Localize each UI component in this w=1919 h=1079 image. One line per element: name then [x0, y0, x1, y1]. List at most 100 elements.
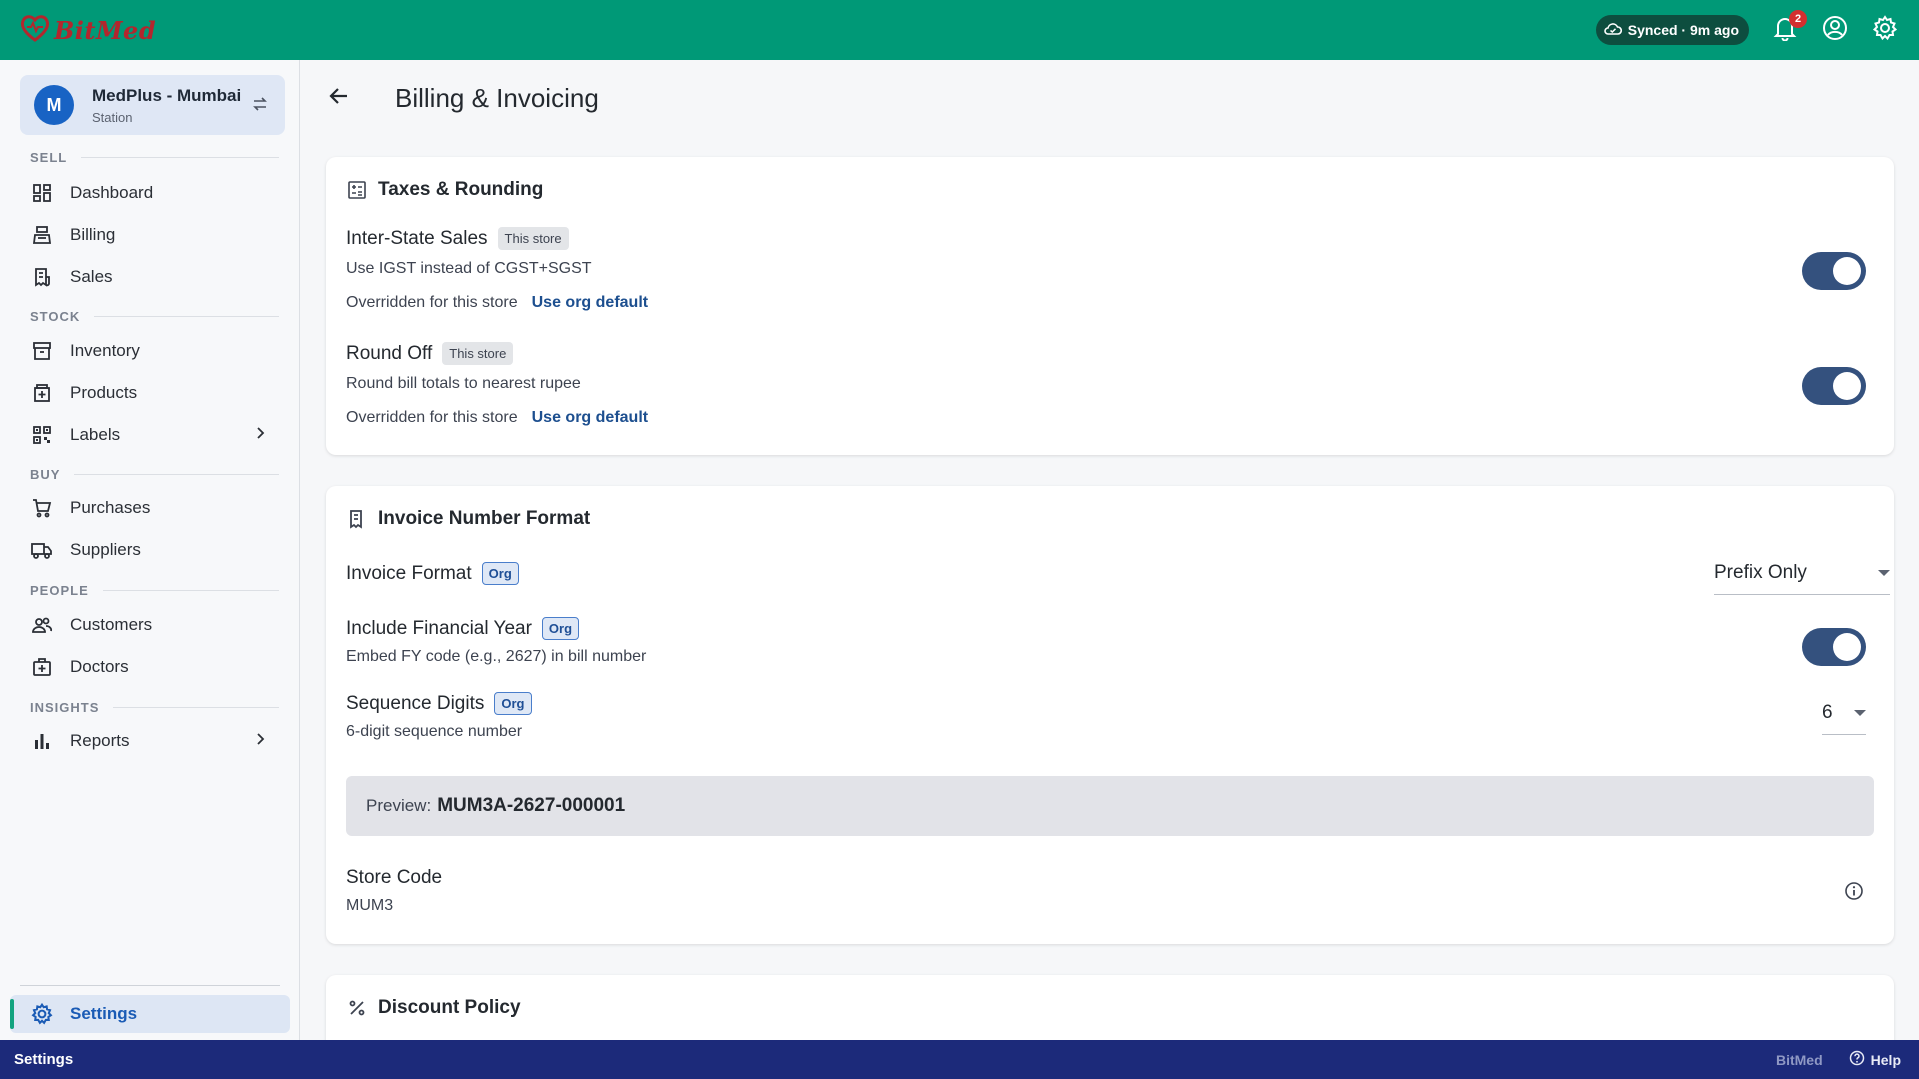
sidebar-item-label: Labels	[70, 425, 121, 444]
sidebar-item-label: Suppliers	[70, 540, 141, 559]
help-circle-icon	[1849, 1050, 1865, 1069]
setting-title: Store Code	[346, 867, 443, 888]
cash-register-icon	[30, 223, 54, 247]
sidebar-item-label: Customers	[70, 615, 153, 634]
sidebar-item-products[interactable]: Products	[30, 375, 270, 411]
preview-value: MUM3A-2627-000001	[437, 795, 626, 816]
info-icon[interactable]	[1844, 881, 1864, 906]
setting-description: Embed FY code (e.g., 2627) in bill numbe…	[346, 648, 647, 665]
help-button[interactable]: Help	[1849, 1050, 1901, 1069]
gear-icon	[1872, 14, 1898, 46]
setting-title: Inter-State Sales	[346, 227, 488, 249]
sidebar-item-label: Sales	[70, 267, 113, 286]
store-switcher[interactable]: M MedPlus - Mumbai Station	[20, 75, 285, 135]
people-icon	[30, 613, 54, 637]
scope-chip: This store	[497, 227, 569, 250]
setting-sequence-digits: Sequence Digits Org 6-digit sequence num…	[346, 692, 1874, 741]
status-bar: Settings BitMed Help	[0, 1040, 1919, 1079]
setting-description: Use IGST instead of CGST+SGST	[346, 260, 592, 277]
setting-invoice-format: Invoice Format Org	[346, 562, 1874, 585]
use-org-default-link[interactable]: Use org default	[532, 294, 648, 312]
cloud-check-icon	[1604, 22, 1622, 39]
sidebar-item-suppliers[interactable]: Suppliers	[30, 532, 270, 568]
chevron-right-icon	[250, 729, 270, 754]
sidebar-item-label: Billing	[70, 225, 116, 244]
archive-box-icon	[30, 339, 54, 363]
calculator-icon	[346, 179, 368, 201]
receipt-icon	[30, 265, 54, 289]
taxes-rounding-card: Taxes & Rounding Inter-State Sales This …	[326, 157, 1894, 455]
status-current-page: Settings	[14, 1051, 74, 1068]
sidebar-item-label: Settings	[70, 1004, 138, 1023]
sidebar-item-labels[interactable]: Labels	[30, 417, 270, 453]
sidebar-item-dashboard[interactable]: Dashboard	[30, 175, 270, 211]
heart-logo-icon	[20, 14, 50, 47]
setting-description: 6-digit sequence number	[346, 723, 523, 740]
sidebar-item-label: Dashboard	[70, 183, 154, 202]
invoice-format-select[interactable]: Prefix Only	[1714, 562, 1890, 595]
select-value: 6	[1822, 702, 1833, 723]
account-button[interactable]	[1821, 15, 1849, 46]
store-code-value: MUM3	[346, 897, 394, 914]
sidebar-item-settings[interactable]: Settings	[10, 995, 290, 1033]
use-org-default-link[interactable]: Use org default	[532, 409, 648, 427]
nav-section-buy: BUY	[30, 467, 279, 482]
truck-icon	[30, 538, 54, 562]
percent-icon	[346, 997, 368, 1019]
sequence-digits-select[interactable]: 6	[1822, 702, 1866, 735]
sidebar-item-label: Reports	[70, 731, 130, 750]
back-button[interactable]	[323, 82, 355, 114]
store-avatar: M	[34, 85, 74, 125]
top-bar: BitMed Synced · 9m ago 2	[0, 0, 1919, 60]
medicine-box-icon	[30, 381, 54, 405]
nav-section-people: PEOPLE	[30, 583, 279, 598]
sidebar-item-label: Inventory	[70, 341, 140, 360]
sidebar-item-purchases[interactable]: Purchases	[30, 490, 270, 526]
sync-status-chip[interactable]: Synced · 9m ago	[1595, 15, 1749, 45]
app-logo[interactable]: BitMed	[20, 14, 156, 47]
chevron-right-icon	[250, 423, 270, 448]
account-circle-icon	[1822, 15, 1848, 46]
page-title: Billing & Invoicing	[395, 82, 599, 113]
discount-policy-card: Discount Policy	[326, 975, 1894, 1040]
sidebar-item-doctors[interactable]: Doctors	[30, 649, 270, 685]
sidebar-item-label: Products	[70, 383, 138, 402]
inter-state-sales-toggle[interactable]	[1802, 252, 1866, 290]
swap-icon[interactable]	[251, 95, 269, 118]
settings-button[interactable]	[1871, 14, 1899, 46]
scope-chip: Org	[541, 617, 580, 640]
setting-include-financial-year: Include Financial Year Org Embed FY code…	[346, 617, 1874, 666]
sidebar-divider	[20, 985, 280, 986]
notification-badge: 2	[1789, 10, 1807, 28]
store-name: MedPlus - Mumbai	[92, 85, 242, 105]
page-header: Billing & Invoicing	[323, 78, 599, 118]
invoice-preview: Preview: MUM3A-2627-000001	[346, 776, 1874, 836]
sidebar-item-reports[interactable]: Reports	[30, 723, 270, 759]
card-title: Invoice Number Format	[346, 508, 590, 530]
card-title: Discount Policy	[346, 997, 521, 1019]
round-off-toggle[interactable]	[1802, 367, 1866, 405]
sidebar-item-customers[interactable]: Customers	[30, 607, 270, 643]
setting-title: Include Financial Year	[346, 617, 532, 639]
include-financial-year-toggle[interactable]	[1802, 628, 1866, 666]
nav-section-stock: STOCK	[30, 309, 279, 324]
qr-code-icon	[30, 423, 54, 447]
sidebar: M MedPlus - Mumbai Station SELL Dashboar…	[0, 60, 300, 1040]
setting-title: Round Off	[346, 342, 433, 364]
setting-title: Sequence Digits	[346, 692, 485, 714]
caret-down-icon	[1878, 570, 1890, 576]
dashboard-icon	[30, 181, 54, 205]
scope-chip: This store	[442, 342, 514, 365]
notifications-button[interactable]: 2	[1771, 10, 1807, 44]
sidebar-item-sales[interactable]: Sales	[30, 259, 270, 295]
setting-title: Invoice Format	[346, 562, 472, 584]
store-type: Station	[92, 109, 133, 125]
sidebar-item-billing[interactable]: Billing	[30, 217, 270, 253]
shopping-cart-icon	[30, 496, 54, 520]
main-content: Billing & Invoicing Taxes & Rounding Int…	[301, 60, 1919, 1040]
override-note: Overridden for this store	[346, 294, 518, 311]
setting-description: Round bill totals to nearest rupee	[346, 375, 581, 392]
preview-label: Preview:	[366, 796, 432, 815]
setting-round-off: Round Off This store Round bill totals t…	[346, 342, 1874, 427]
sidebar-item-inventory[interactable]: Inventory	[30, 333, 270, 369]
